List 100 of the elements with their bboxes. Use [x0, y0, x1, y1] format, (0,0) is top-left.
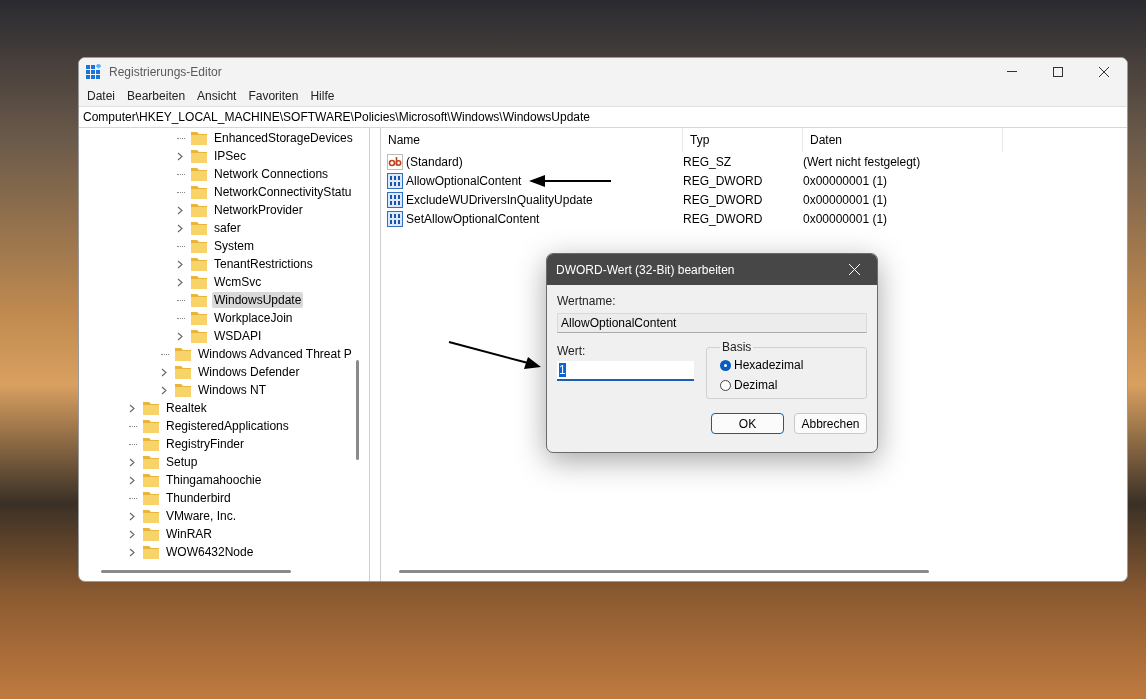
- menu-item[interactable]: Ansicht: [191, 88, 243, 103]
- tree-item[interactable]: WSDAPI: [212, 328, 264, 344]
- menu-item[interactable]: Datei: [81, 88, 121, 103]
- tree-item[interactable]: Windows Defender: [196, 364, 302, 380]
- tree-item[interactable]: NetworkProvider: [212, 202, 305, 218]
- column-header[interactable]: Name: [381, 128, 683, 152]
- folder-icon: [175, 383, 191, 397]
- value-data: 0x00000001 (1): [803, 173, 889, 188]
- value-type: REG_DWORD: [683, 211, 764, 226]
- tree-item[interactable]: Thunderbird: [164, 490, 233, 506]
- tree-item[interactable]: Windows Advanced Threat P: [196, 346, 354, 362]
- folder-icon: [143, 491, 159, 505]
- value-type: REG_DWORD: [683, 192, 764, 207]
- menu-item[interactable]: Hilfe: [304, 88, 341, 103]
- folder-icon: [143, 437, 159, 451]
- tree-item[interactable]: RegisteredApplications: [164, 418, 291, 434]
- app-icon: [86, 64, 101, 79]
- folder-icon: [191, 131, 207, 145]
- field-label: Wert:: [557, 344, 587, 358]
- folder-icon: [191, 149, 207, 163]
- scrollbar-thumb[interactable]: [101, 570, 291, 573]
- tree-item[interactable]: WcmSvc: [212, 274, 264, 290]
- folder-icon: [143, 455, 159, 469]
- dialog-title: DWORD-Wert (32-Bit) bearbeiten: [556, 262, 736, 277]
- address-bar[interactable]: Computer\HKEY_LOCAL_MACHINE\SOFTWARE\Policies\Microsoft\Windows\WindowsUpdate: [79, 106, 1127, 128]
- chevron-icon[interactable]: [177, 331, 183, 341]
- tree-item[interactable]: Realtek: [164, 400, 209, 416]
- field-label: Wertname:: [557, 294, 617, 308]
- tree-item[interactable]: Windows NT: [196, 382, 268, 398]
- scrollbar-thumb[interactable]: [399, 570, 929, 573]
- tree-item[interactable]: WorkplaceJoin: [212, 310, 295, 326]
- chevron-icon[interactable]: [177, 151, 183, 161]
- folder-icon: [143, 527, 159, 541]
- folder-icon: [143, 509, 159, 523]
- value-field[interactable]: 1: [557, 361, 694, 381]
- binary-value-icon: [387, 210, 403, 227]
- tree-connector: [177, 137, 185, 139]
- tree-item[interactable]: IPSec: [212, 148, 248, 164]
- tree-item[interactable]: NetworkConnectivityStatu: [212, 184, 354, 200]
- window-title: Registrierungs-Editor: [109, 64, 223, 79]
- tree-connector: [177, 191, 185, 193]
- tree-item[interactable]: VMware, Inc.: [164, 508, 239, 524]
- binary-value-icon: [387, 172, 403, 189]
- tree-item[interactable]: Setup: [164, 454, 200, 470]
- close-icon: [848, 264, 860, 275]
- value-name-field[interactable]: AllowOptionalContent: [557, 313, 867, 333]
- group-label: Basis: [721, 340, 753, 354]
- folder-icon: [191, 311, 207, 325]
- ok-button[interactable]: OK: [711, 413, 784, 434]
- menu-item[interactable]: Bearbeiten: [121, 88, 192, 103]
- tree-connector: [129, 425, 137, 427]
- binary-value-icon: [387, 191, 403, 208]
- value-type: REG_DWORD: [683, 173, 764, 188]
- folder-icon: [191, 329, 207, 343]
- radio-label[interactable]: Dezimal: [734, 378, 778, 392]
- radio-button[interactable]: [720, 379, 731, 391]
- tree-item[interactable]: System: [212, 238, 256, 254]
- value-type: REG_SZ: [683, 154, 732, 169]
- value-data: (Wert nicht festgelegt): [803, 154, 922, 169]
- tree-item[interactable]: Network Connections: [212, 166, 331, 182]
- value-name[interactable]: SetAllowOptionalContent: [381, 210, 683, 227]
- folder-icon: [143, 545, 159, 559]
- menu-item[interactable]: Favoriten: [242, 88, 305, 103]
- value-name[interactable]: AllowOptionalContent: [381, 172, 683, 189]
- folder-icon: [143, 473, 159, 487]
- tree-item[interactable]: Thingamahoochie: [164, 472, 264, 488]
- folder-icon: [143, 419, 159, 433]
- radio-button[interactable]: [720, 359, 731, 371]
- folder-icon: [143, 401, 159, 415]
- string-value-icon: [387, 153, 403, 170]
- radio-label[interactable]: Hexadezimal: [734, 358, 804, 372]
- tree-connector: [129, 497, 137, 499]
- folder-icon: [191, 221, 207, 235]
- column-header[interactable]: Typ: [683, 128, 803, 152]
- folder-icon: [191, 275, 207, 289]
- folder-icon: [191, 185, 207, 199]
- column-header[interactable]: Daten: [803, 128, 1003, 152]
- tree-item[interactable]: WinRAR: [164, 526, 214, 542]
- folder-icon: [191, 293, 207, 307]
- close-icon: [1099, 66, 1109, 77]
- chevron-icon[interactable]: [129, 403, 135, 413]
- value-name[interactable]: ExcludeWUDriversInQualityUpdate: [381, 191, 683, 208]
- value-data: 0x00000001 (1): [803, 192, 889, 207]
- folder-icon: [175, 347, 191, 361]
- tree-connector: [129, 443, 137, 445]
- tree-item[interactable]: EnhancedStorageDevices: [212, 130, 355, 146]
- tree-connector: [177, 299, 185, 301]
- tree-item[interactable]: WindowsUpdate: [212, 292, 304, 308]
- scrollbar-thumb[interactable]: [356, 360, 359, 460]
- folder-icon: [191, 257, 207, 271]
- value-name[interactable]: (Standard): [381, 153, 683, 170]
- tree-item[interactable]: RegistryFinder: [164, 436, 247, 452]
- tree-item[interactable]: WOW6432Node: [164, 544, 256, 560]
- tree-item[interactable]: TenantRestrictions: [212, 256, 315, 272]
- folder-icon: [191, 167, 207, 181]
- tree-item[interactable]: safer: [212, 220, 243, 236]
- cancel-button[interactable]: Abbrechen: [794, 413, 867, 434]
- maximize-icon: [1053, 66, 1063, 77]
- folder-icon: [175, 365, 191, 379]
- folder-icon: [191, 239, 207, 253]
